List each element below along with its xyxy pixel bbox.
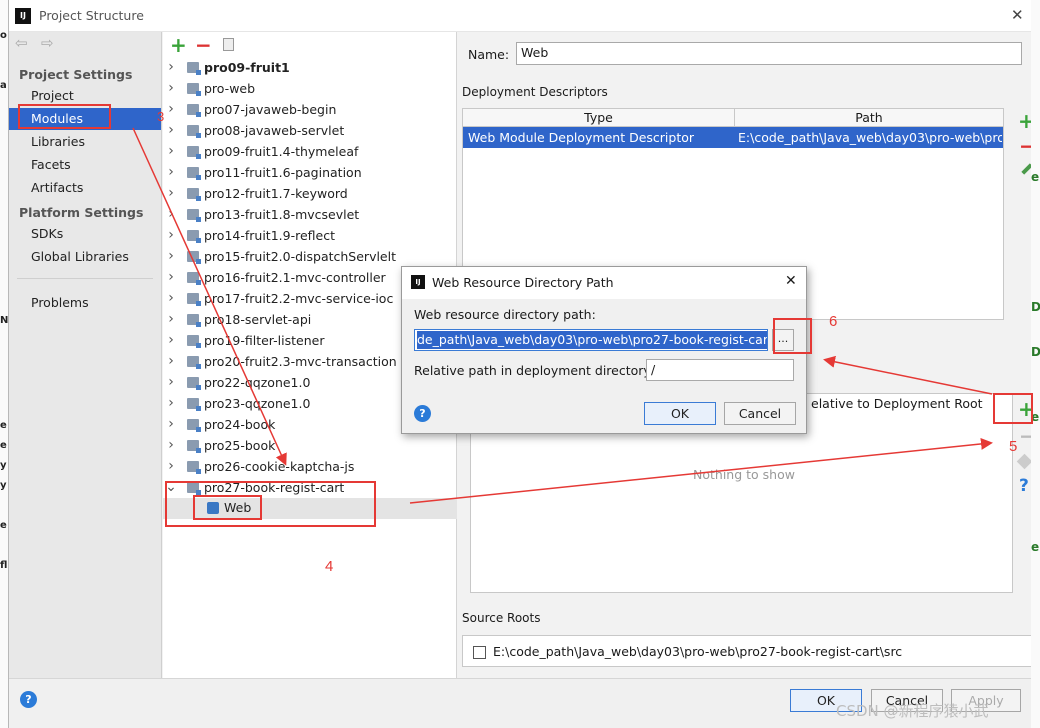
watermark: CSDN @新程序猿小武 <box>836 702 989 720</box>
annotation-arrows <box>132 127 993 504</box>
arrow-add-to-browse <box>823 355 993 395</box>
arrow-modules-to-module <box>132 127 287 466</box>
arrow-web-to-add <box>409 437 993 504</box>
